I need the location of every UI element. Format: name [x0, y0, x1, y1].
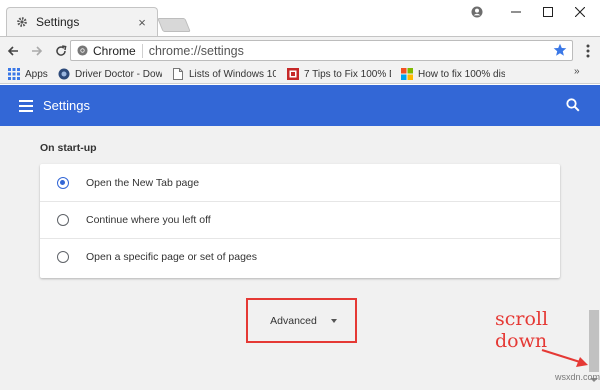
- more-bookmarks-icon[interactable]: »: [574, 66, 580, 77]
- address-bar[interactable]: Chrome chrome://settings: [70, 40, 573, 61]
- close-tab-icon[interactable]: ×: [135, 15, 149, 30]
- new-tab-button[interactable]: [157, 18, 191, 32]
- bookmark-driver-doctor[interactable]: Driver Doctor - Down: [58, 66, 162, 82]
- hamburger-menu-icon[interactable]: [19, 99, 33, 112]
- menu-kebab-icon[interactable]: [580, 41, 596, 61]
- chrome-icon: [77, 45, 88, 56]
- tab-settings[interactable]: Settings ×: [6, 7, 158, 36]
- bookmark-how-to-fix[interactable]: How to fix 100% disk: [401, 66, 505, 82]
- bookmark-label: Apps: [25, 68, 48, 80]
- option-label: Continue where you left off: [86, 214, 211, 226]
- annotation-line-1: scroll: [495, 308, 549, 330]
- url-text: chrome://settings: [148, 43, 244, 58]
- title-bar: Settings ×: [0, 0, 600, 36]
- section-title: On start-up: [40, 142, 97, 154]
- watermark: wsxdn.com: [555, 372, 600, 382]
- driver-doctor-icon: [58, 68, 70, 80]
- settings-content: On start-up Open the New Tab page Contin…: [0, 126, 600, 390]
- radio-button[interactable]: [57, 214, 69, 226]
- caret-down-icon: [330, 318, 337, 323]
- site-chip-label: Chrome: [93, 43, 136, 58]
- bookmark-label: Lists of Windows 10 I: [189, 68, 276, 80]
- forward-button[interactable]: [26, 40, 48, 62]
- option-label: Open the New Tab page: [86, 176, 200, 189]
- bookmarks-bar: Apps Driver Doctor - Down Lists of Windo…: [0, 64, 600, 84]
- bookmark-label: Driver Doctor - Down: [75, 68, 162, 80]
- page-title: Settings: [43, 98, 90, 113]
- radio-button[interactable]: [57, 251, 69, 263]
- profile-icon[interactable]: [460, 0, 494, 24]
- bookmark-7-tips[interactable]: 7 Tips to Fix 100% Di: [287, 66, 391, 82]
- settings-header: Settings: [0, 85, 600, 126]
- bookmark-star-icon[interactable]: [553, 43, 567, 60]
- windows-logo-icon: [401, 68, 413, 80]
- advanced-button[interactable]: Advanced: [246, 298, 357, 343]
- bookmark-lists-of-windows[interactable]: Lists of Windows 10 I: [172, 66, 276, 82]
- site-chip[interactable]: Chrome: [77, 43, 143, 58]
- apps-grid-icon: [8, 68, 20, 80]
- page-icon: [172, 68, 184, 80]
- browser-toolbar: Chrome chrome://settings: [0, 36, 600, 64]
- scrollbar-thumb[interactable]: [589, 310, 599, 372]
- red-site-icon: [287, 68, 299, 80]
- startup-option-continue[interactable]: Continue where you left off: [40, 201, 560, 238]
- back-button[interactable]: [2, 40, 24, 62]
- reload-button[interactable]: [50, 40, 72, 62]
- gear-icon: [15, 15, 29, 29]
- close-window-button[interactable]: [563, 0, 597, 24]
- option-label: Open a specific page or set of pages: [86, 251, 258, 263]
- scrollbar[interactable]: [588, 126, 600, 390]
- advanced-label: Advanced: [270, 314, 317, 327]
- red-arrow-icon: [541, 349, 588, 367]
- startup-option-specific-pages[interactable]: Open a specific page or set of pages: [40, 238, 560, 275]
- radio-button[interactable]: [57, 176, 69, 189]
- minimize-button[interactable]: [499, 0, 533, 24]
- bookmark-label: How to fix 100% disk: [418, 68, 505, 80]
- maximize-button[interactable]: [531, 0, 565, 24]
- bookmark-apps[interactable]: Apps: [8, 66, 50, 82]
- bookmark-label: 7 Tips to Fix 100% Di: [304, 68, 391, 80]
- tab-title: Settings: [36, 15, 80, 29]
- search-icon[interactable]: [566, 98, 580, 115]
- startup-card: Open the New Tab page Continue where you…: [40, 164, 560, 278]
- startup-option-new-tab[interactable]: Open the New Tab page: [40, 164, 560, 201]
